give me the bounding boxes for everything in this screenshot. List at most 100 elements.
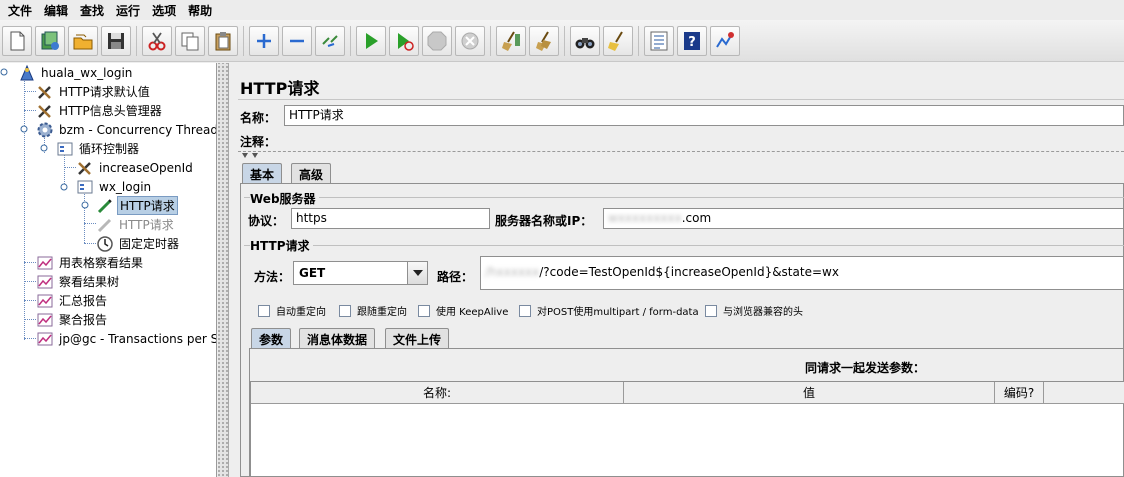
- tree-item-http-request-selected[interactable]: HTTP请求: [96, 196, 178, 215]
- checkbox-box[interactable]: [418, 304, 430, 317]
- wrench-icon: [36, 102, 54, 120]
- tab-file-upload[interactable]: 文件上传: [385, 328, 450, 349]
- collapse-arrows-icon[interactable]: [240, 152, 262, 160]
- method-dropdown-button[interactable]: [407, 262, 427, 284]
- broom-all-icon: [536, 30, 551, 51]
- graph-icon: [36, 330, 54, 348]
- tree-item-label: jp@gc - Transactions per Second: [59, 331, 216, 346]
- tree-toggle-icon[interactable]: [40, 144, 48, 152]
- checkbox-box[interactable]: [705, 304, 717, 317]
- svg-text:?: ?: [688, 35, 696, 50]
- tree-item-view-results-tree[interactable]: 察看结果树: [36, 272, 121, 291]
- paste-button[interactable]: [208, 25, 238, 56]
- expand-all-button[interactable]: [249, 25, 279, 56]
- toolbar-separator: [350, 25, 351, 56]
- tree-item-http-defaults[interactable]: HTTP请求默认值: [36, 82, 152, 101]
- menu-help[interactable]: 帮助: [182, 2, 218, 19]
- comment-field[interactable]: [284, 129, 1124, 150]
- column-header-encode[interactable]: 编码?: [995, 382, 1044, 404]
- tree-item-summary-report[interactable]: 汇总报告: [36, 291, 109, 310]
- function-helper-button[interactable]: [644, 25, 674, 56]
- tree-item-aggregate-report[interactable]: 聚合报告: [36, 310, 109, 329]
- collapse-all-button[interactable]: [282, 25, 312, 56]
- tab-basic[interactable]: 基本: [242, 163, 283, 184]
- tree-connector: [24, 91, 36, 92]
- tree-connector: [24, 300, 36, 301]
- clear-button[interactable]: [496, 25, 526, 56]
- tree-item-loop-controller[interactable]: 循环控制器: [56, 139, 141, 158]
- pane-splitter[interactable]: [218, 63, 229, 477]
- tree-connector: [24, 262, 36, 263]
- start-button[interactable]: [356, 25, 386, 56]
- column-header-extra[interactable]: [1044, 382, 1124, 404]
- new-button[interactable]: [2, 25, 32, 56]
- menu-file[interactable]: 文件: [2, 2, 38, 19]
- start-no-pause-button[interactable]: [389, 25, 419, 56]
- menu-edit[interactable]: 编辑: [38, 2, 74, 19]
- protocol-label: 协议：: [248, 214, 285, 228]
- path-field[interactable]: /hxxxxxx/?code=TestOpenId${increaseOpenI…: [480, 256, 1124, 290]
- method-value: GET: [299, 266, 326, 280]
- path-suffix: /?code=TestOpenId${increaseOpenId}&state…: [539, 265, 839, 279]
- test-plan-tree: huala_wx_login HTTP请求默认值 HTTP信息头管理器 bzm …: [0, 63, 217, 477]
- reset-search-button[interactable]: [603, 25, 633, 56]
- tree-toggle-icon[interactable]: [0, 68, 8, 76]
- checkbox-box[interactable]: [519, 304, 531, 317]
- tab-body-data[interactable]: 消息体数据: [299, 328, 376, 349]
- copy-button[interactable]: [175, 25, 205, 56]
- tree-item-label: wx_login: [99, 179, 152, 194]
- checkbox-label: 使用 KeepAlive: [436, 307, 509, 318]
- tree-item-view-results-table[interactable]: 用表格察看结果: [36, 253, 145, 272]
- checkbox-keepalive[interactable]: 使用 KeepAlive: [418, 303, 508, 318]
- help-button[interactable]: ?: [677, 25, 707, 56]
- tab-parameters[interactable]: 参数: [251, 328, 292, 349]
- tree-connector: [24, 110, 36, 111]
- checkbox-auto-redirect[interactable]: 自动重定向: [258, 303, 326, 318]
- tree-item-http-request-disabled[interactable]: HTTP请求: [96, 215, 176, 234]
- tree-item-label: bzm - Concurrency Thread Group: [59, 122, 217, 137]
- checkbox-follow-redirect[interactable]: 跟随重定向: [339, 303, 407, 318]
- tree-toggle-icon[interactable]: [60, 183, 68, 191]
- minus-icon: [290, 39, 304, 42]
- templates-button[interactable]: [35, 25, 65, 56]
- save-button[interactable]: [101, 25, 131, 56]
- toggle-button[interactable]: [315, 25, 345, 56]
- name-field[interactable]: HTTP请求: [284, 105, 1124, 126]
- method-select[interactable]: GET: [293, 261, 428, 285]
- shutdown-button[interactable]: [455, 25, 485, 56]
- tree-item-thread-group[interactable]: bzm - Concurrency Thread Group: [36, 120, 217, 139]
- tree-connector: [84, 243, 96, 244]
- tree-item-constant-timer[interactable]: 固定定时器: [96, 234, 181, 253]
- checkbox-box[interactable]: [258, 304, 270, 317]
- sampler-pen-icon: [96, 197, 114, 215]
- column-header-value[interactable]: 值: [624, 382, 995, 404]
- protocol-field[interactable]: https: [291, 208, 490, 229]
- play-icon: [366, 32, 378, 49]
- column-header-name[interactable]: 名称:: [251, 382, 624, 404]
- server-field[interactable]: wxxxxxxxxx.com: [603, 208, 1124, 229]
- controller-icon: [76, 178, 94, 196]
- checkbox-box[interactable]: [339, 304, 351, 317]
- http-request-title: HTTP请求: [250, 237, 313, 254]
- tree-toggle-icon[interactable]: [20, 125, 28, 133]
- tree-toggle-icon[interactable]: [81, 201, 89, 209]
- search-button[interactable]: [570, 25, 600, 56]
- menu-run[interactable]: 运行: [110, 2, 146, 19]
- tree-item-increase-openid[interactable]: increaseOpenId: [76, 158, 195, 177]
- checkbox-browser-headers[interactable]: 与浏览器兼容的头: [705, 303, 803, 318]
- tab-advanced[interactable]: 高级: [291, 163, 332, 184]
- checkbox-multipart[interactable]: 对POST使用multipart / form-data: [519, 303, 699, 318]
- tree-item-transactions-per-second[interactable]: jp@gc - Transactions per Second: [36, 329, 216, 348]
- clear-all-button[interactable]: [529, 25, 559, 56]
- menu-search[interactable]: 查找: [74, 2, 110, 19]
- remote-button[interactable]: [710, 25, 740, 56]
- tree-item-wx-login[interactable]: wx_login: [76, 177, 153, 196]
- open-button[interactable]: [68, 25, 98, 56]
- checkbox-label: 自动重定向: [276, 307, 326, 318]
- menu-options[interactable]: 选项: [146, 2, 182, 19]
- play-no-pause-icon: [398, 32, 414, 51]
- stop-button[interactable]: [422, 25, 452, 56]
- tree-item-test-plan[interactable]: huala_wx_login: [18, 63, 134, 82]
- tree-item-header-manager[interactable]: HTTP信息头管理器: [36, 101, 164, 120]
- cut-button[interactable]: [142, 25, 172, 56]
